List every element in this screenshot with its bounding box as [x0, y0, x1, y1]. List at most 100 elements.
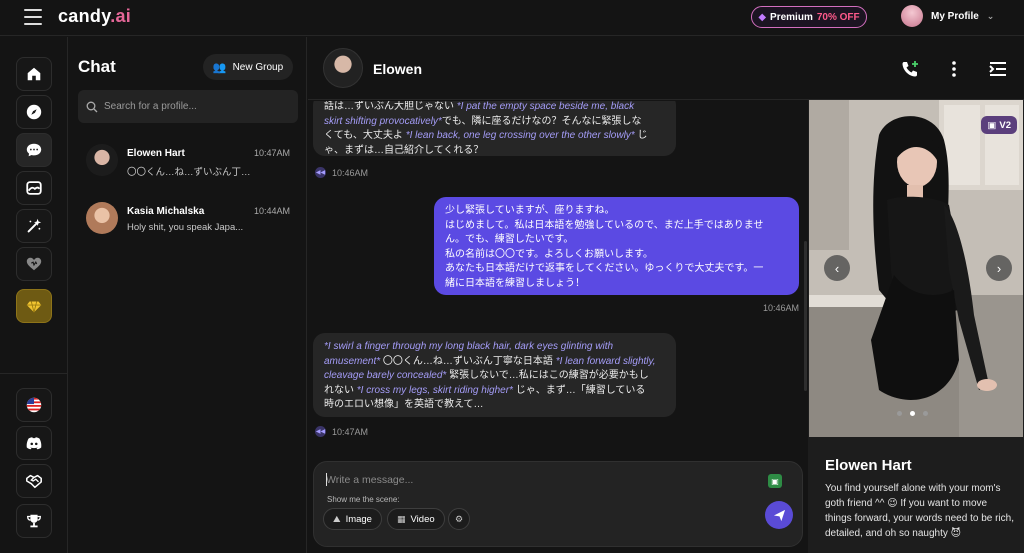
- chevron-right-icon: ›: [996, 260, 1002, 276]
- chat-main: Elowen 話は…ずいぶん大胆じゃない *I pat the empty sp…: [308, 37, 1024, 553]
- more-options-button[interactable]: [944, 59, 964, 79]
- send-button[interactable]: [765, 501, 793, 529]
- users-icon: 👥: [212, 61, 227, 74]
- gallery-button[interactable]: [16, 171, 52, 205]
- message-input[interactable]: [326, 471, 726, 489]
- premium-discount: 70% OFF: [816, 11, 860, 23]
- chat-list-title: Chat: [78, 57, 116, 76]
- discord-button[interactable]: [16, 426, 52, 460]
- scene-settings-button[interactable]: ⚙: [448, 508, 471, 530]
- gem-icon: ◆: [758, 11, 767, 23]
- home-icon: [27, 67, 41, 81]
- conversation-item[interactable]: Kasia Michalska Holy shit, you speak Jap…: [78, 196, 298, 240]
- character-image[interactable]: ▣ V2 ‹ ›: [809, 100, 1023, 437]
- hamburger-menu-icon[interactable]: [24, 9, 42, 25]
- ai-message: 話は…ずいぶん大胆じゃない *I pat the empty space bes…: [313, 101, 676, 156]
- search-input[interactable]: [104, 101, 284, 112]
- message-list[interactable]: 話は…ずいぶん大胆じゃない *I pat the empty space bes…: [308, 101, 808, 446]
- leaderboard-button[interactable]: [16, 504, 52, 538]
- message-line: くても、大丈夫よ *I lean back, one leg crossing …: [324, 130, 648, 141]
- profile-menu[interactable]: My Profile ⌄: [901, 5, 994, 27]
- new-group-label: New Group: [232, 61, 284, 73]
- top-bar: candy.ai ◆ Premium 70% OFF My Profile ⌄: [0, 0, 1024, 36]
- trophy-icon: [27, 514, 41, 528]
- video-request-button[interactable]: ▦ Video: [387, 508, 445, 530]
- text-caret: [326, 473, 327, 486]
- message-line: 時のエロい想像」を英語で教えて…: [324, 399, 484, 410]
- scene-label: Show me the scene:: [327, 495, 400, 504]
- premium-gem-button[interactable]: [16, 289, 52, 323]
- version-badge: ▣ V2: [981, 116, 1017, 134]
- chevron-down-icon: ⌄: [986, 10, 995, 21]
- profile-label: My Profile: [931, 10, 979, 22]
- play-audio-icon[interactable]: ◀◀: [315, 426, 326, 437]
- handshake-icon: [26, 474, 42, 489]
- language-button[interactable]: [16, 388, 52, 422]
- avatar: [86, 202, 118, 234]
- avatar: [86, 144, 118, 176]
- home-button[interactable]: [16, 57, 52, 91]
- message-line: skirt shifting provocatively*でも、隣に座るだけなの…: [324, 115, 642, 127]
- message-timestamp: ◀◀ 10:46AM: [315, 167, 369, 178]
- call-button[interactable]: [900, 59, 920, 79]
- carousel-dot[interactable]: [910, 411, 915, 416]
- conversation-item[interactable]: Elowen Hart 〇〇くん…ね…ずいぶん丁寧… 10:47AM: [78, 138, 298, 182]
- previous-image-button[interactable]: ‹: [824, 255, 850, 281]
- avatar: [901, 5, 923, 27]
- collapse-panel-icon: [989, 62, 1006, 76]
- message-line: れない *I cross my legs, skirt riding highe…: [324, 384, 646, 396]
- image-icon: ⛰: [333, 513, 341, 524]
- premium-button[interactable]: ◆ Premium 70% OFF: [751, 6, 867, 28]
- chat-button[interactable]: [16, 133, 52, 167]
- conversation-name: Elowen Hart: [127, 148, 185, 159]
- rail-divider: [0, 373, 68, 374]
- new-group-button[interactable]: 👥 New Group: [203, 54, 293, 80]
- message-line: cleavage barely concealed* 緊張しないで…私にはこの練…: [324, 370, 649, 381]
- affiliate-button[interactable]: [16, 464, 52, 498]
- chat-header: Elowen: [308, 37, 1024, 100]
- gallery-icon: [26, 181, 42, 195]
- discord-icon: [26, 437, 42, 450]
- character-name: Elowen Hart: [825, 457, 912, 474]
- scrollbar[interactable]: [804, 241, 807, 391]
- gem-icon: [26, 301, 42, 313]
- conversation-preview: Holy shit, you speak Japa...: [127, 222, 244, 233]
- video-label: Video: [410, 513, 435, 525]
- favorites-button[interactable]: [16, 247, 52, 281]
- carousel-dot[interactable]: [897, 411, 902, 416]
- next-image-button[interactable]: ›: [986, 255, 1012, 281]
- message-line: ゃ、まずは…自己紹介してくれる？: [324, 144, 484, 156]
- compass-icon: [26, 104, 42, 120]
- message-composer: ▣ Show me the scene: ⛰ Image ▦ Video ⚙: [313, 461, 803, 547]
- image-request-button[interactable]: ⛰ Image: [323, 508, 382, 530]
- message-line: 少し緊張していますが、座りますね。: [445, 205, 615, 216]
- logo[interactable]: candy.ai: [58, 6, 131, 27]
- explore-button[interactable]: [16, 95, 52, 129]
- conversation-preview: 〇〇くん…ね…ずいぶん丁寧…: [127, 167, 255, 178]
- us-flag-icon: [26, 397, 42, 413]
- send-icon: [773, 509, 785, 521]
- conversation-time: 10:44AM: [253, 206, 290, 216]
- message-line: ん。でも、練習したいです。: [445, 234, 574, 245]
- avatar[interactable]: [323, 48, 363, 88]
- chevron-left-icon: ‹: [834, 260, 840, 276]
- chat-partner-name: Elowen: [373, 61, 423, 77]
- carousel-dots: [897, 411, 928, 416]
- message-line: 話は…ずいぶん大胆じゃない *I pat the empty space bes…: [324, 101, 635, 112]
- search-box: [78, 90, 298, 123]
- chat-icon: [26, 143, 42, 157]
- message-line: *I swirl a finger through my long black …: [324, 341, 614, 352]
- conversation-name: Kasia Michalska: [127, 206, 205, 217]
- carousel-dot[interactable]: [923, 411, 928, 416]
- toggle-profile-panel-button[interactable]: [988, 59, 1008, 79]
- gallery-icon: ▣: [987, 119, 997, 131]
- generate-button[interactable]: [16, 209, 52, 243]
- message-line: 緒に日本語を練習しましょう！: [445, 277, 585, 289]
- play-audio-icon[interactable]: ◀◀: [315, 167, 326, 178]
- user-message: 少し緊張していますが、座りますね。 はじめまして。私は日本語を勉強しているので、…: [434, 197, 799, 295]
- magic-wand-icon: [27, 218, 42, 233]
- message-line: 私の名前は〇〇です。よろしくお願いします。: [445, 248, 653, 260]
- gear-icon: ⚙: [455, 513, 464, 524]
- image-label: Image: [345, 513, 372, 525]
- robot-icon[interactable]: ▣: [768, 474, 782, 488]
